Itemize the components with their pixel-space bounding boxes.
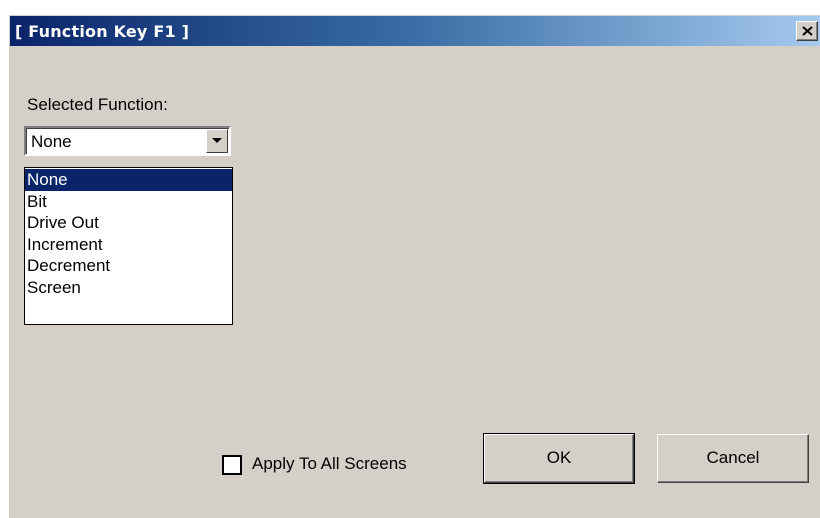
dropdown-option-increment[interactable]: Increment bbox=[25, 234, 232, 256]
dropdown-option-bit[interactable]: Bit bbox=[25, 191, 232, 213]
dropdown-option-drive-out[interactable]: Drive Out bbox=[25, 212, 232, 234]
close-button[interactable] bbox=[796, 21, 818, 41]
function-dropdown-list[interactable]: None Bit Drive Out Increment Decrement S… bbox=[24, 167, 233, 325]
selected-function-combobox[interactable]: None bbox=[24, 126, 231, 156]
apply-all-screens-label[interactable]: Apply To All Screens bbox=[252, 454, 407, 474]
window-title: [ Function Key F1 ] bbox=[15, 22, 190, 41]
dropdown-option-screen[interactable]: Screen bbox=[25, 277, 232, 299]
title-bar[interactable]: [ Function Key F1 ] bbox=[10, 16, 820, 46]
dropdown-option-decrement[interactable]: Decrement bbox=[25, 255, 232, 277]
selected-function-label: Selected Function: bbox=[27, 95, 168, 114]
dropdown-option-none[interactable]: None bbox=[25, 169, 232, 191]
function-key-dialog: [ Function Key F1 ] Selected Function: N… bbox=[8, 14, 820, 518]
dropdown-button[interactable] bbox=[206, 129, 228, 153]
close-x-icon bbox=[802, 26, 813, 36]
ok-button[interactable]: OK bbox=[483, 433, 635, 484]
chevron-down-icon bbox=[212, 138, 222, 143]
apply-all-screens-checkbox[interactable] bbox=[222, 455, 242, 475]
selected-function-value: None bbox=[31, 132, 72, 151]
cancel-button[interactable]: Cancel bbox=[657, 434, 809, 483]
